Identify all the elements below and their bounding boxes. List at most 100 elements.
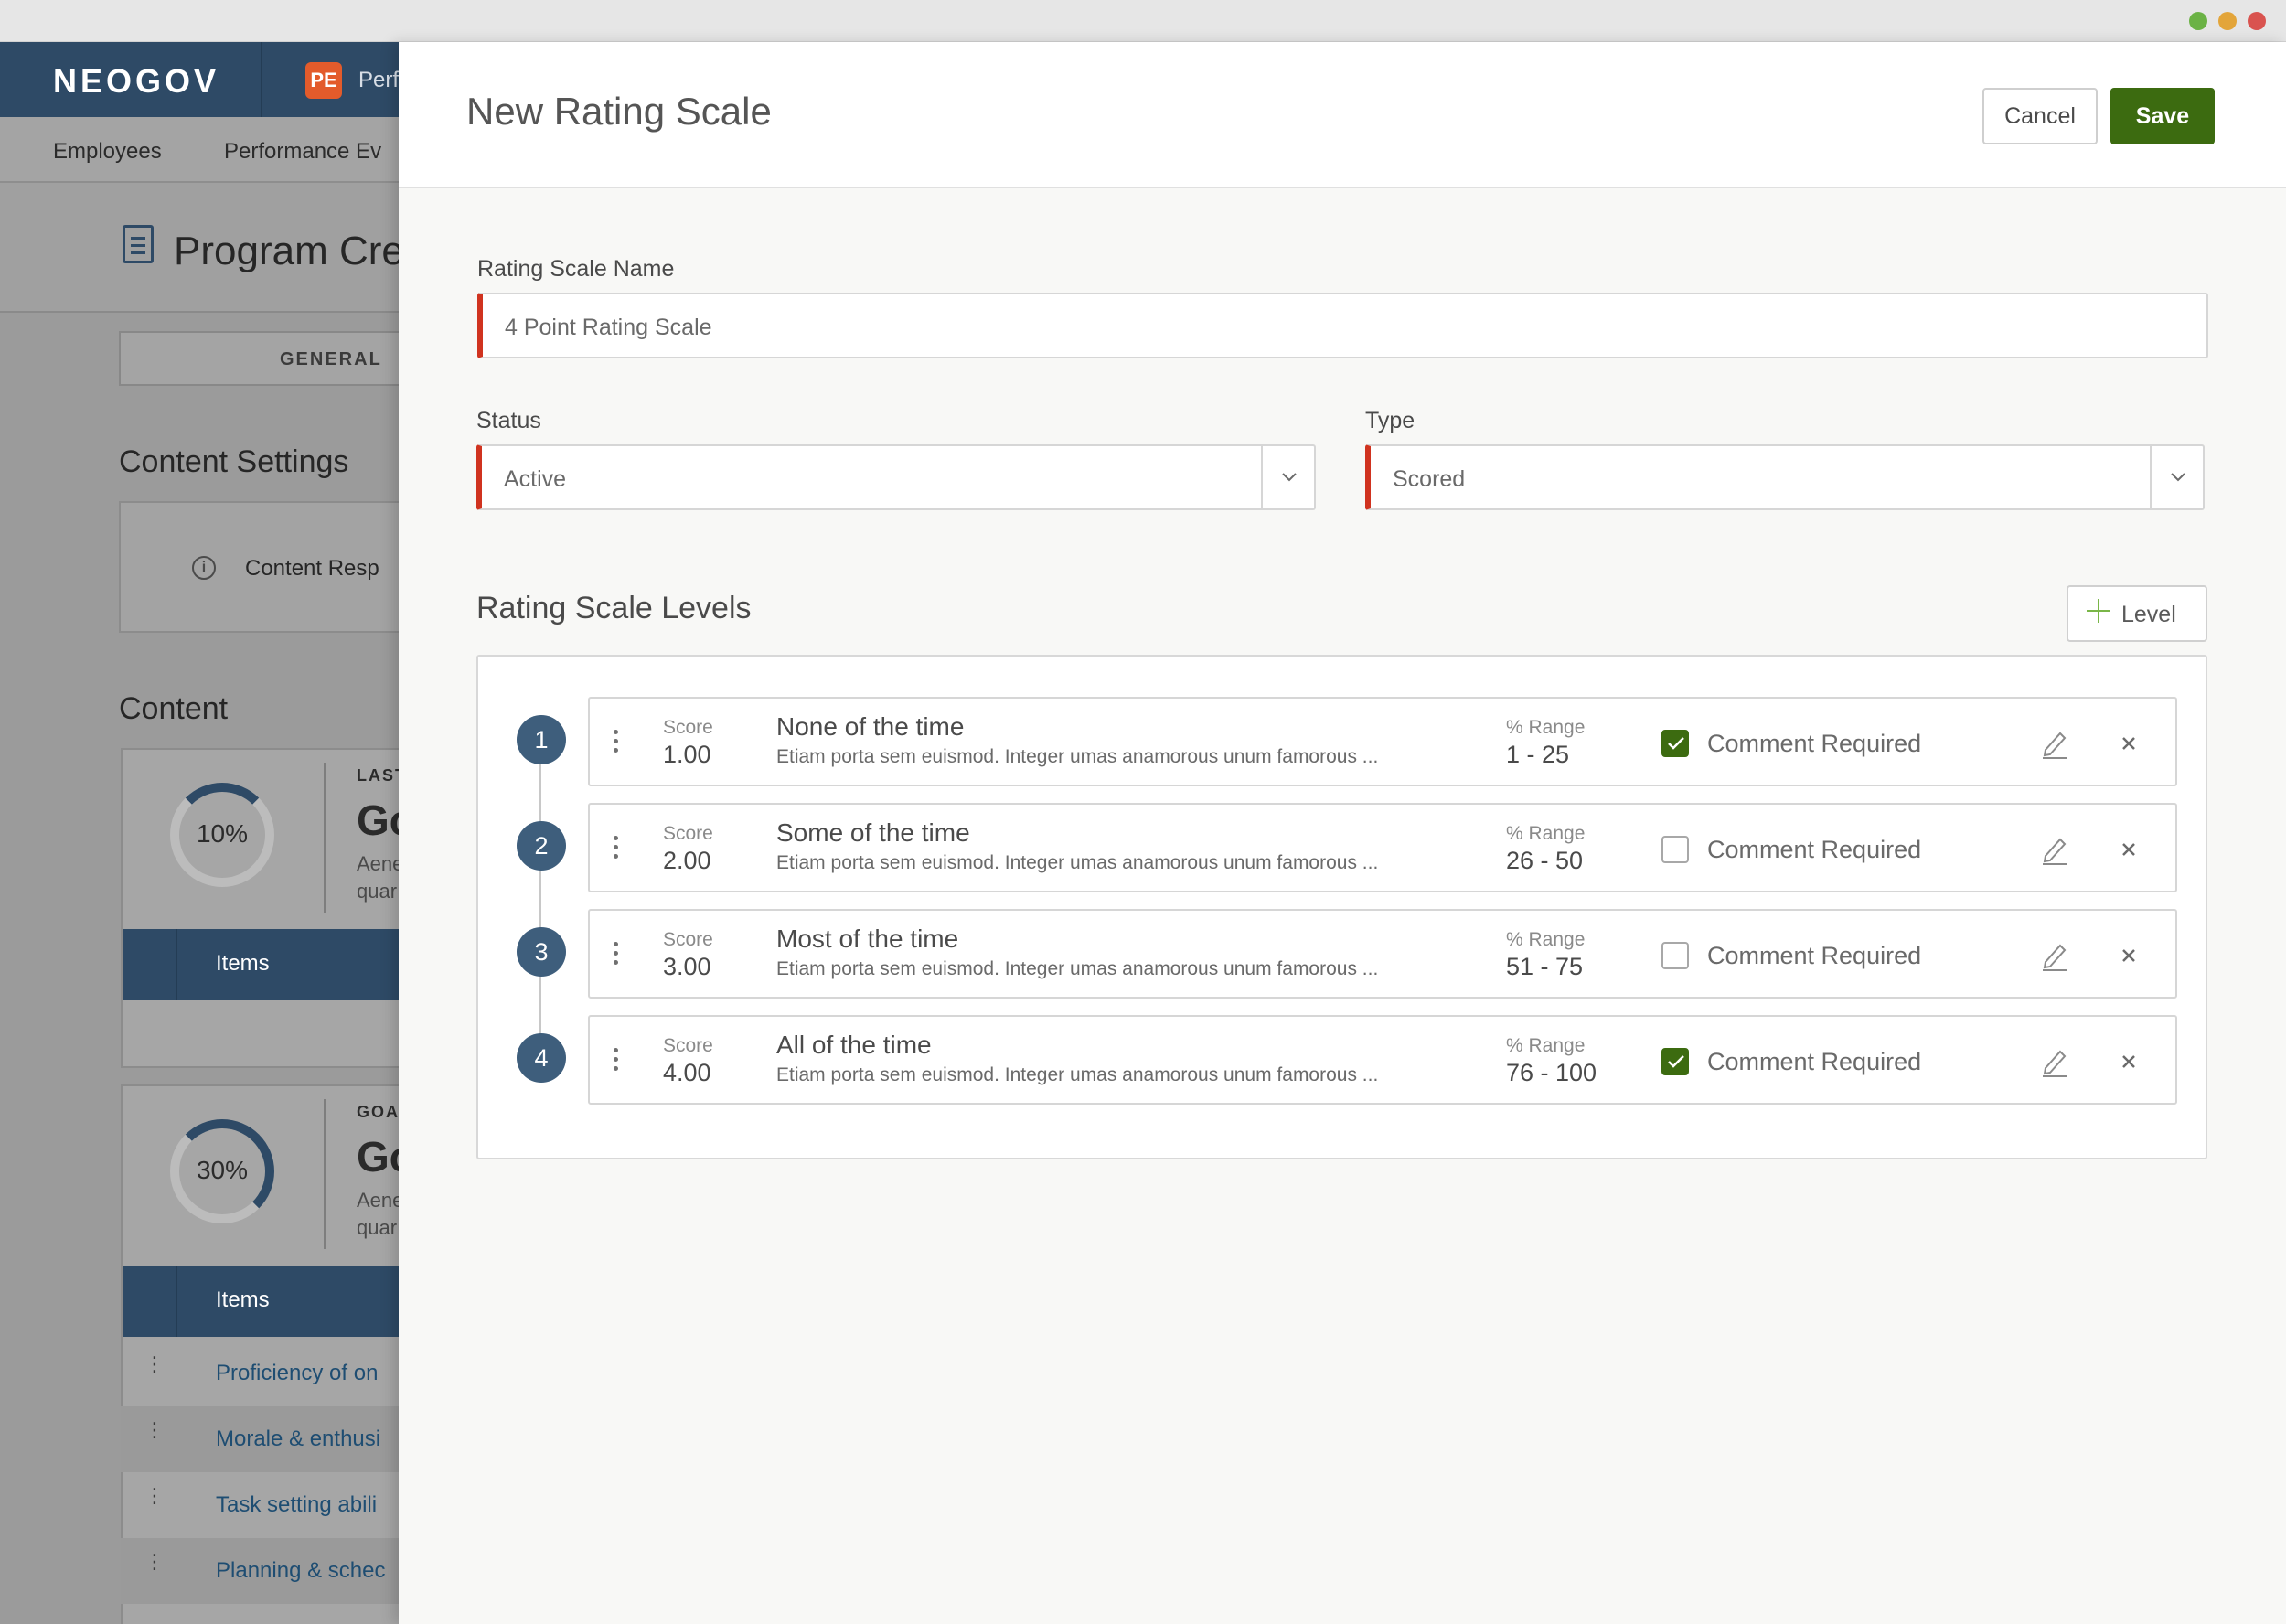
nav-item-employees[interactable]: Employees bbox=[53, 139, 162, 165]
close-icon[interactable] bbox=[2117, 732, 2141, 755]
edit-pencil-icon[interactable] bbox=[2040, 834, 2069, 865]
rating-scale-levels-title: Rating Scale Levels bbox=[476, 591, 752, 625]
items-header: Items bbox=[123, 1266, 402, 1337]
tab-general[interactable]: GENERAL bbox=[119, 331, 402, 386]
comment-required-label: Comment Required bbox=[1707, 942, 1922, 969]
save-button[interactable]: Save bbox=[2110, 88, 2215, 144]
level-number-badge: 2 bbox=[517, 821, 566, 871]
level-number-badge: 4 bbox=[517, 1033, 566, 1083]
comment-required-checkbox[interactable] bbox=[1661, 730, 1689, 757]
card-desc: quar bbox=[357, 880, 398, 903]
level-description: Etiam porta sem euismod. Integer umas an… bbox=[776, 958, 1379, 979]
window-titlebar bbox=[0, 0, 2286, 42]
content-settings-info: Content Resp bbox=[245, 556, 379, 581]
window-close-button[interactable] bbox=[2248, 12, 2266, 30]
type-value: Scored bbox=[1393, 466, 1466, 492]
content-settings-box: i Content Resp bbox=[119, 501, 402, 633]
score-value: 3.00 bbox=[663, 953, 711, 980]
drag-handle-icon[interactable]: ⋮ bbox=[144, 1552, 165, 1572]
score-label: Score bbox=[663, 1035, 713, 1056]
level-number-badge: 1 bbox=[517, 715, 566, 764]
level-description: Etiam porta sem euismod. Integer umas an… bbox=[776, 1064, 1379, 1085]
drag-handle-icon[interactable] bbox=[614, 1048, 619, 1075]
rating-level-row: Score 2.00 Some of the time Etiam porta … bbox=[588, 803, 2177, 892]
cancel-button[interactable]: Cancel bbox=[1982, 88, 2098, 144]
drag-handle-icon[interactable]: ⋮ bbox=[144, 1486, 165, 1506]
add-level-button[interactable]: Level bbox=[2067, 585, 2207, 642]
content-card: 10% LAST Go Aene quar Items bbox=[121, 748, 402, 1068]
nav-item-performance[interactable]: Performance Ev bbox=[224, 139, 381, 165]
drag-handle-icon[interactable] bbox=[614, 730, 619, 757]
plus-icon bbox=[2087, 599, 2110, 623]
drag-handle-icon[interactable] bbox=[614, 942, 619, 969]
card-title: Go bbox=[357, 796, 402, 844]
close-icon[interactable] bbox=[2117, 838, 2141, 861]
product-name: Perf bbox=[358, 68, 400, 92]
edit-pencil-icon[interactable] bbox=[2040, 1046, 2069, 1077]
card-desc: Aene bbox=[357, 1189, 402, 1212]
type-select[interactable]: Scored bbox=[1365, 444, 2205, 510]
page-header: Program Cre bbox=[0, 183, 402, 313]
rating-scale-levels-list: 1 Score 1.00 None of the time Etiam port… bbox=[476, 655, 2207, 1159]
list-item-label: Planning & schec bbox=[216, 1558, 386, 1583]
items-header: Items bbox=[123, 929, 402, 1000]
panel-header: New Rating Scale Cancel Save bbox=[399, 42, 2286, 188]
window-minimize-button[interactable] bbox=[2218, 12, 2237, 30]
background-app: NEOGOV PE Perf Employees Performance Ev … bbox=[0, 42, 402, 1624]
drag-handle-icon[interactable]: ⋮ bbox=[144, 1354, 165, 1374]
page-title: Program Cre bbox=[174, 229, 402, 273]
progress-percent: 30% bbox=[196, 1156, 249, 1184]
score-label: Score bbox=[663, 823, 713, 844]
items-divider bbox=[176, 1266, 177, 1337]
list-item[interactable]: ⋮ Proficiency of on bbox=[121, 1341, 402, 1406]
list-item[interactable]: ⋮ Task setting abili bbox=[121, 1472, 402, 1538]
level-name: Most of the time bbox=[776, 924, 959, 953]
tab-general-label: GENERAL bbox=[280, 349, 382, 369]
chevron-down-icon[interactable] bbox=[2150, 446, 2203, 508]
drag-handle-icon[interactable]: ⋮ bbox=[144, 1420, 165, 1440]
comment-required-checkbox[interactable] bbox=[1661, 1048, 1689, 1075]
rating-level-row: Score 4.00 All of the time Etiam porta s… bbox=[588, 1015, 2177, 1105]
list-item[interactable]: ⋮ Planning & schec bbox=[121, 1538, 402, 1604]
list-item-label: Task setting abili bbox=[216, 1492, 378, 1517]
close-icon[interactable] bbox=[2117, 1050, 2141, 1074]
card-title: Go bbox=[357, 1133, 402, 1181]
card-label: GOA bbox=[357, 1103, 401, 1121]
rating-scale-name-value: 4 Point Rating Scale bbox=[505, 315, 712, 340]
items-label: Items bbox=[216, 1287, 270, 1312]
comment-required-label: Comment Required bbox=[1707, 1048, 1922, 1075]
rating-scale-name-label: Rating Scale Name bbox=[477, 256, 675, 282]
edit-pencil-icon[interactable] bbox=[2040, 940, 2069, 971]
comment-required-checkbox[interactable] bbox=[1661, 942, 1689, 969]
score-label: Score bbox=[663, 929, 713, 950]
list-item[interactable]: ⋮ Morale & enthusi bbox=[121, 1406, 402, 1472]
comment-required-checkbox[interactable] bbox=[1661, 836, 1689, 863]
card-divider bbox=[324, 763, 326, 913]
rating-level-row: Score 1.00 None of the time Etiam porta … bbox=[588, 697, 2177, 786]
progress-percent: 10% bbox=[196, 819, 249, 848]
list-item-label: Proficiency of on bbox=[216, 1361, 379, 1385]
drag-handle-icon[interactable] bbox=[614, 836, 619, 863]
neogov-logo: NEOGOV bbox=[53, 62, 220, 100]
chevron-down-icon[interactable] bbox=[1261, 446, 1314, 508]
comment-required-label: Comment Required bbox=[1707, 730, 1922, 757]
edit-pencil-icon[interactable] bbox=[2040, 728, 2069, 759]
info-icon: i bbox=[192, 556, 216, 580]
list-item-label: Morale & enthusi bbox=[216, 1426, 381, 1451]
close-icon[interactable] bbox=[2117, 944, 2141, 967]
window-maximize-button[interactable] bbox=[2189, 12, 2207, 30]
range-value: 51 - 75 bbox=[1506, 953, 1584, 980]
score-value: 1.00 bbox=[663, 741, 711, 768]
checkmark-icon bbox=[1668, 737, 1684, 750]
level-name: None of the time bbox=[776, 712, 965, 741]
rating-scale-name-input[interactable]: 4 Point Rating Scale bbox=[477, 293, 2208, 358]
status-select[interactable]: Active bbox=[476, 444, 1316, 510]
range-value: 76 - 100 bbox=[1506, 1059, 1597, 1086]
range-label: % Range bbox=[1506, 717, 1586, 738]
range-label: % Range bbox=[1506, 823, 1586, 844]
panel-title: New Rating Scale bbox=[466, 90, 772, 133]
card-label: LAST bbox=[357, 766, 402, 785]
progress-ring: 30% bbox=[170, 1119, 274, 1223]
level-name: All of the time bbox=[776, 1031, 932, 1059]
score-value: 4.00 bbox=[663, 1059, 711, 1086]
